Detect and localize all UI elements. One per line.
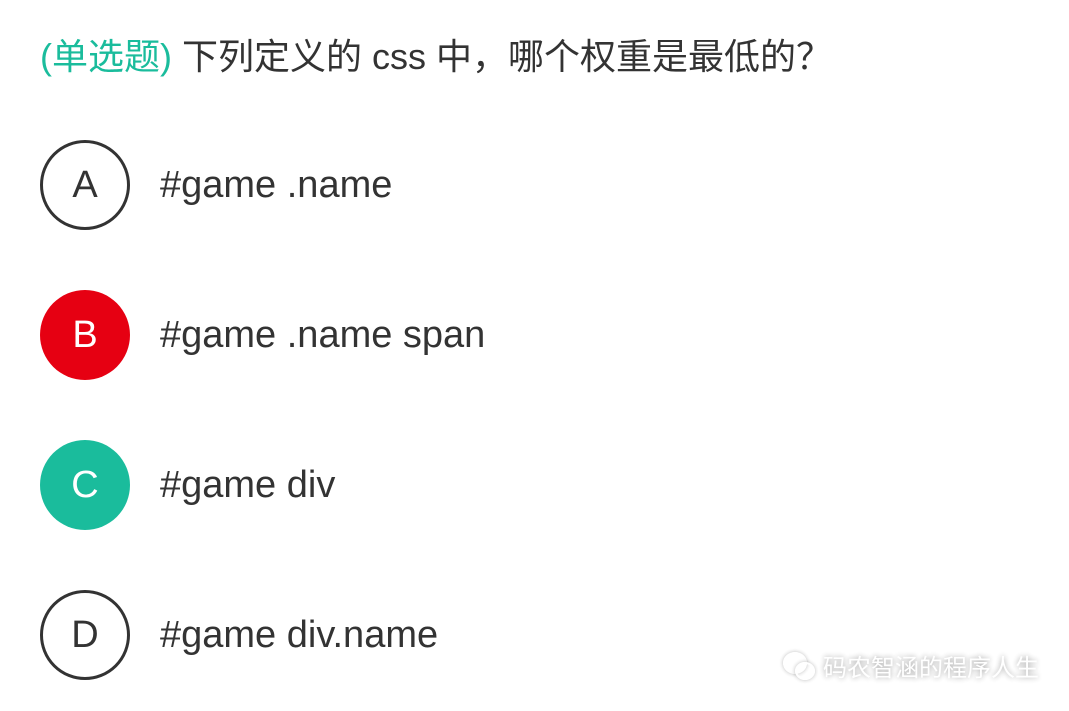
option-a[interactable]: A #game .name: [40, 140, 1029, 230]
watermark: 码农智涵的程序人生: [783, 648, 1039, 683]
question-text: 下列定义的 css 中，哪个权重是最低的？: [172, 36, 832, 77]
watermark-text: 码农智涵的程序人生: [823, 648, 1039, 683]
question-header: (单选题) 下列定义的 css 中，哪个权重是最低的？: [40, 28, 1029, 80]
option-letter-a: A: [40, 140, 130, 230]
options-list: A #game .name B #game .name span C #game…: [40, 140, 1029, 680]
option-c[interactable]: C #game div: [40, 440, 1029, 530]
question-tag: (单选题): [40, 36, 172, 77]
option-text-a: #game .name: [160, 164, 392, 207]
option-letter-c: C: [40, 440, 130, 530]
option-text-d: #game div.name: [160, 614, 438, 657]
wechat-icon: [783, 652, 815, 680]
option-letter-d: D: [40, 590, 130, 680]
option-text-c: #game div: [160, 464, 335, 507]
option-text-b: #game .name span: [160, 314, 485, 357]
option-letter-b: B: [40, 290, 130, 380]
option-b[interactable]: B #game .name span: [40, 290, 1029, 380]
